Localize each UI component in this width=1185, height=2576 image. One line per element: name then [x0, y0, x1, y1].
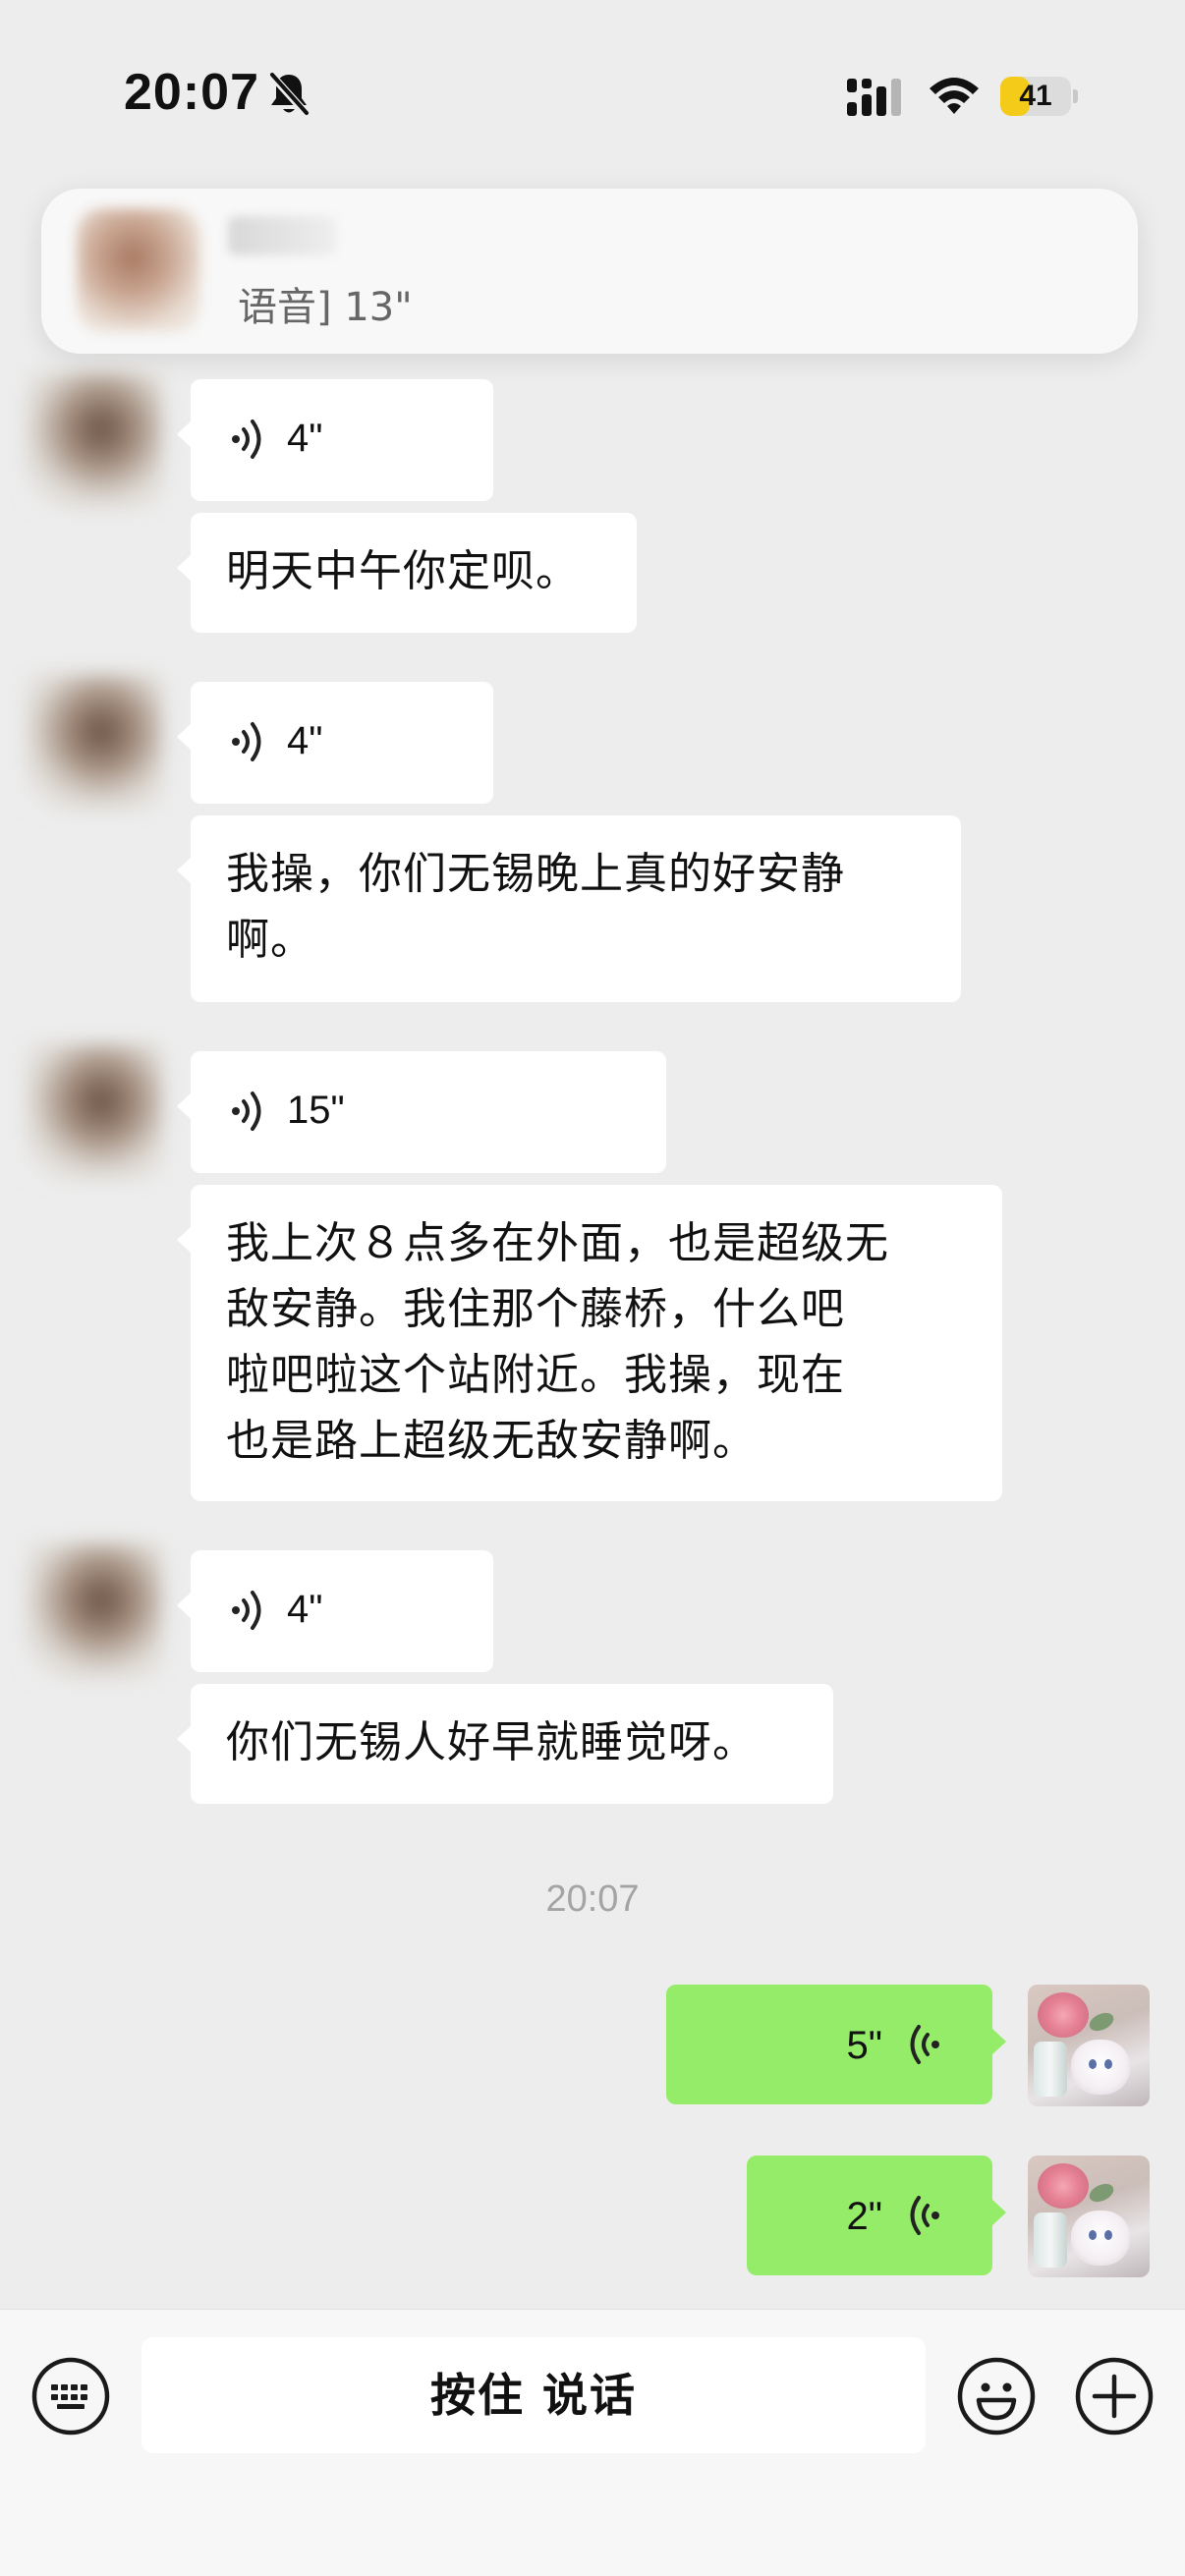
- text-message-bubble[interactable]: 你们无锡人好早就睡觉呀。: [177, 1684, 833, 1804]
- cellular-signal-icon: [847, 79, 901, 116]
- voice-wave-icon: [232, 1591, 261, 1630]
- chat-timestamp: 20:07: [545, 1878, 640, 1920]
- voice-message-bubble[interactable]: 4": [177, 682, 493, 804]
- voice-wave-icon: [910, 2025, 939, 2064]
- wifi-icon: [930, 78, 979, 114]
- message-line: 明天中午你定呗。: [226, 546, 580, 596]
- hold-to-talk-button[interactable]: 按住 说话: [141, 2337, 926, 2453]
- outgoing-voice-message-bubble[interactable]: 2": [747, 2156, 1006, 2275]
- message-line: 啦吧啦这个站附近。我操，现在: [226, 1350, 845, 1400]
- message-line: 也是路上超级无敌安静啊。: [226, 1416, 757, 1466]
- voice-duration: 5": [846, 2024, 882, 2067]
- message-line: 敌安静。我住那个藤桥，什么吧: [226, 1284, 845, 1334]
- text-message-bubble[interactable]: 我上次８点多在外面，也是超级无 敌安静。我住那个藤桥，什么吧 啦吧啦这个站附近。…: [177, 1185, 1002, 1501]
- battery-icon: 41: [1000, 77, 1078, 116]
- bell-slash-icon: [268, 72, 310, 117]
- voice-wave-icon: [910, 2196, 939, 2235]
- keyboard-icon[interactable]: [29, 2355, 112, 2437]
- chat-input-bar: 按住 说话: [0, 2309, 1185, 2576]
- message-line: 啊。: [226, 915, 314, 965]
- plus-icon[interactable]: [1073, 2355, 1156, 2437]
- voice-duration: 15": [287, 1089, 345, 1132]
- my-avatar[interactable]: [1028, 1985, 1150, 2106]
- contact-avatar[interactable]: [26, 371, 163, 509]
- voice-duration: 2": [846, 2195, 882, 2238]
- voice-message-bubble[interactable]: 15": [177, 1051, 666, 1173]
- battery-level: 41: [1019, 80, 1052, 112]
- voice-duration: 4": [287, 1588, 323, 1631]
- voice-wave-icon: [232, 420, 261, 459]
- emoji-icon[interactable]: [955, 2355, 1038, 2437]
- message-line: 你们无锡人好早就睡觉呀。: [226, 1717, 757, 1767]
- message-line: 我上次８点多在外面，也是超级无: [226, 1218, 889, 1268]
- message-notification-banner[interactable]: 语音] 13": [41, 189, 1138, 354]
- voice-message-bubble[interactable]: 4": [177, 379, 493, 501]
- voice-duration: 4": [287, 417, 323, 460]
- voice-wave-icon: [232, 722, 261, 761]
- contact-avatar[interactable]: [26, 1043, 163, 1181]
- contact-avatar[interactable]: [26, 674, 163, 812]
- text-message-bubble[interactable]: 我操，你们无锡晚上真的好安静 啊。: [177, 815, 961, 1002]
- notification-preview: 语音] 13": [238, 285, 413, 330]
- my-avatar[interactable]: [1028, 2156, 1150, 2277]
- notification-sender-name-blurred: [228, 216, 336, 255]
- voice-message-bubble[interactable]: 4": [177, 1550, 493, 1672]
- chat-screen: 20:07 41 语音] 13" 4" 明天中午你定呗。 4" 我操，你们无锡晚…: [0, 0, 1185, 2576]
- outgoing-voice-message-bubble[interactable]: 5": [666, 1985, 1006, 2104]
- voice-duration: 4": [287, 719, 323, 762]
- contact-avatar[interactable]: [26, 1542, 163, 1680]
- text-message-bubble[interactable]: 明天中午你定呗。: [177, 513, 637, 633]
- status-time: 20:07: [124, 64, 259, 121]
- notification-avatar: [77, 208, 200, 332]
- voice-wave-icon: [232, 1092, 261, 1131]
- message-line: 我操，你们无锡晚上真的好安静: [226, 849, 845, 899]
